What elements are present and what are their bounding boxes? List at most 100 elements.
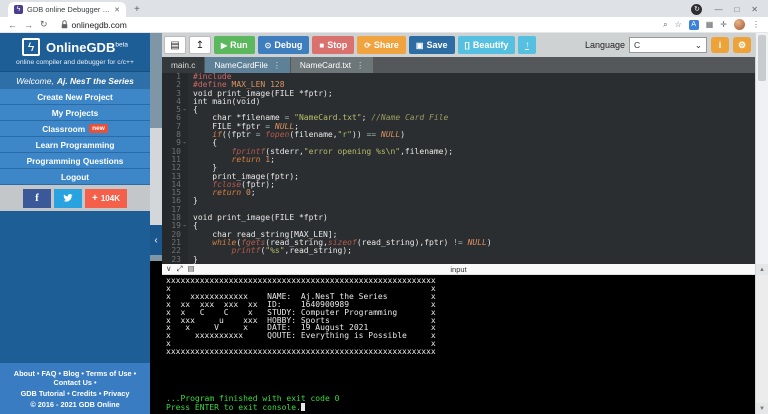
fork-button[interactable]: ↥ — [189, 36, 211, 54]
console-output-area[interactable]: xxxxxxxxxxxxxxxxxxxxxxxxxxxxxxxxxxxxxxxx… — [162, 275, 755, 414]
tab-main-c[interactable]: main.c — [162, 57, 204, 73]
program-output: xxxxxxxxxxxxxxxxxxxxxxxxxxxxxxxxxxxxxxxx… — [166, 277, 755, 356]
settings-button[interactable]: ⚙ — [733, 37, 751, 53]
toolbar: ▤ ↥ ▶Run⊙Debug■Stop⟳Share▣Save[]Beautify… — [162, 33, 755, 57]
lock-icon — [61, 20, 68, 29]
facebook-button[interactable]: f — [23, 189, 51, 208]
scroll-up-icon[interactable]: ▲ — [756, 264, 768, 275]
code-line-14: fclose(fptr); — [193, 181, 755, 189]
footer-link-contact-us[interactable]: Contact Us — [53, 378, 92, 387]
sidebar-filler — [0, 211, 150, 363]
browser-menu-icon[interactable]: ⋮ — [752, 20, 760, 29]
beautify-button[interactable]: []Beautify — [458, 36, 516, 54]
browser-update-icon[interactable]: ↻ — [691, 4, 702, 15]
profile-avatar[interactable] — [734, 19, 745, 30]
save-button[interactable]: ▣Save — [409, 36, 455, 54]
brand-tagline: online compiler and debugger for c/c++ — [4, 59, 146, 66]
fold-marker[interactable]: - — [182, 139, 187, 147]
twitter-button[interactable] — [54, 189, 82, 208]
strip-bottom — [150, 261, 162, 414]
code-line-8: if((fptr = fopen(filename,"r")) == NULL) — [193, 131, 755, 139]
upload-icon: ↑ — [525, 41, 529, 50]
footer-link-credits[interactable]: Credits — [72, 389, 97, 398]
info-button[interactable]: i — [711, 37, 729, 53]
tab-namecard-txt[interactable]: NameCard.txt⋮ — [291, 57, 373, 73]
fold-marker[interactable]: - — [182, 106, 187, 114]
line-number-2: 2 — [162, 81, 188, 89]
social-bar: f + 104K — [0, 185, 150, 211]
sidebar-item-learn-programming[interactable]: Learn Programming — [0, 137, 150, 153]
strip-top — [150, 33, 162, 128]
collapse-sidebar-button[interactable]: ‹ — [150, 225, 162, 255]
sidebar-item-create-new-project[interactable]: Create New Project — [0, 89, 150, 105]
address-input[interactable]: onlinegdb.com — [55, 19, 657, 31]
sidebar-item-programming-questions[interactable]: Programming Questions — [0, 153, 150, 169]
sidebar-item-logout[interactable]: Logout — [0, 169, 150, 185]
footer-link-faq[interactable]: FAQ — [41, 369, 56, 378]
forward-icon[interactable]: → — [24, 20, 33, 30]
minimize-button[interactable]: — — [714, 5, 722, 14]
fold-marker[interactable]: - — [182, 222, 187, 230]
debug-label: Debug — [274, 40, 302, 50]
code-line-22: printf("%s",read_string); — [193, 247, 755, 255]
translate-icon[interactable]: A — [689, 20, 699, 30]
sidebar-item-classroom[interactable]: Classroomnew — [0, 121, 150, 137]
sidebar-item-label: Learn Programming — [36, 140, 115, 150]
tab-namecardfile[interactable]: NameCardFile⋮ — [205, 57, 289, 73]
close-window-button[interactable]: ✕ — [751, 5, 758, 14]
bookmark-star-icon[interactable]: ☆ — [675, 20, 682, 29]
twitter-bird-icon — [62, 193, 74, 203]
pin-icon[interactable]: ✛ — [720, 20, 727, 29]
stop-label: Stop — [327, 40, 347, 50]
text-cursor — [301, 403, 305, 411]
editor-tab-bar: main.cNameCardFile⋮NameCard.txt⋮ — [162, 57, 755, 73]
extensions-icon[interactable]: ▦ — [706, 20, 714, 29]
tab-menu-icon[interactable]: ⋮ — [356, 61, 364, 70]
upload-button[interactable]: ↑ — [518, 36, 536, 54]
code-line-18: void print_image(FILE *fptr) — [193, 214, 755, 222]
run-button[interactable]: ▶Run — [214, 36, 255, 54]
refresh-icon[interactable]: ↻ — [40, 19, 48, 30]
language-select[interactable]: C ⌄ — [629, 37, 707, 53]
beta-label: beta — [115, 41, 128, 48]
sidebar-item-label: Programming Questions — [27, 156, 124, 166]
beautify-icon: [] — [465, 41, 470, 50]
scroll-down-icon[interactable]: ▼ — [756, 403, 768, 414]
sidebar-item-my-projects[interactable]: My Projects — [0, 105, 150, 121]
new-badge: new — [89, 124, 108, 133]
browser-tab-strip: ϟ GDB online Debugger | Compil... ✕ + ↻ … — [0, 0, 768, 17]
code-area[interactable]: #include#define MAX_LEN 128void print_im… — [188, 73, 755, 264]
line-number-23: 23 — [162, 256, 188, 264]
copyright: © 2016 - 2021 GDB Online — [2, 400, 148, 409]
browser-tab[interactable]: ϟ GDB online Debugger | Compil... ✕ — [8, 2, 126, 17]
close-tab-icon[interactable]: ✕ — [114, 6, 120, 14]
sidebar-footer: About • FAQ • Blog • Terms of Use • Cont… — [0, 363, 150, 414]
url-bar: ← → ↻ onlinegdb.com ⌕ ☆ A ▦ ✛ ⋮ — [0, 17, 768, 33]
new-file-button[interactable]: ▤ — [164, 36, 186, 54]
maximize-button[interactable]: □ — [734, 5, 739, 14]
stop-button[interactable]: ■Stop — [312, 36, 354, 54]
share-count: 104K — [101, 194, 120, 203]
footer-link-blog[interactable]: Blog — [63, 369, 79, 378]
scrollbar-track[interactable] — [756, 275, 768, 403]
sidebar-collapse-strip: ‹ — [150, 33, 162, 414]
sidebar-menu: Create New ProjectMy ProjectsClassroomne… — [0, 89, 150, 185]
page-scrollbar[interactable]: ▲ ▼ — [755, 33, 768, 414]
welcome-banner: Welcome, Aj. NesT the Series — [0, 71, 150, 89]
debug-button[interactable]: ⊙Debug — [258, 36, 310, 54]
code-editor[interactable]: 12345-6789-10111213141516171819-20212223… — [162, 73, 755, 264]
share-count-button[interactable]: + 104K — [85, 189, 127, 208]
footer-link-gdb-tutorial[interactable]: GDB Tutorial — [21, 389, 65, 398]
new-tab-button[interactable]: + — [134, 4, 140, 15]
back-icon[interactable]: ← — [8, 20, 17, 30]
footer-link-privacy[interactable]: Privacy — [103, 389, 129, 398]
footer-link-about[interactable]: About — [14, 369, 35, 378]
share-button[interactable]: ⟳Share — [357, 36, 406, 54]
zoom-icon[interactable]: ⌕ — [663, 20, 667, 30]
gdb-favicon-icon: ϟ — [14, 5, 23, 14]
tab-menu-icon[interactable]: ⋮ — [273, 61, 281, 70]
run-icon: ▶ — [221, 41, 227, 50]
scrollbar-thumb[interactable] — [758, 35, 766, 81]
beautify-label: Beautify — [473, 40, 509, 50]
footer-link-terms-of-use[interactable]: Terms of Use — [86, 369, 132, 378]
